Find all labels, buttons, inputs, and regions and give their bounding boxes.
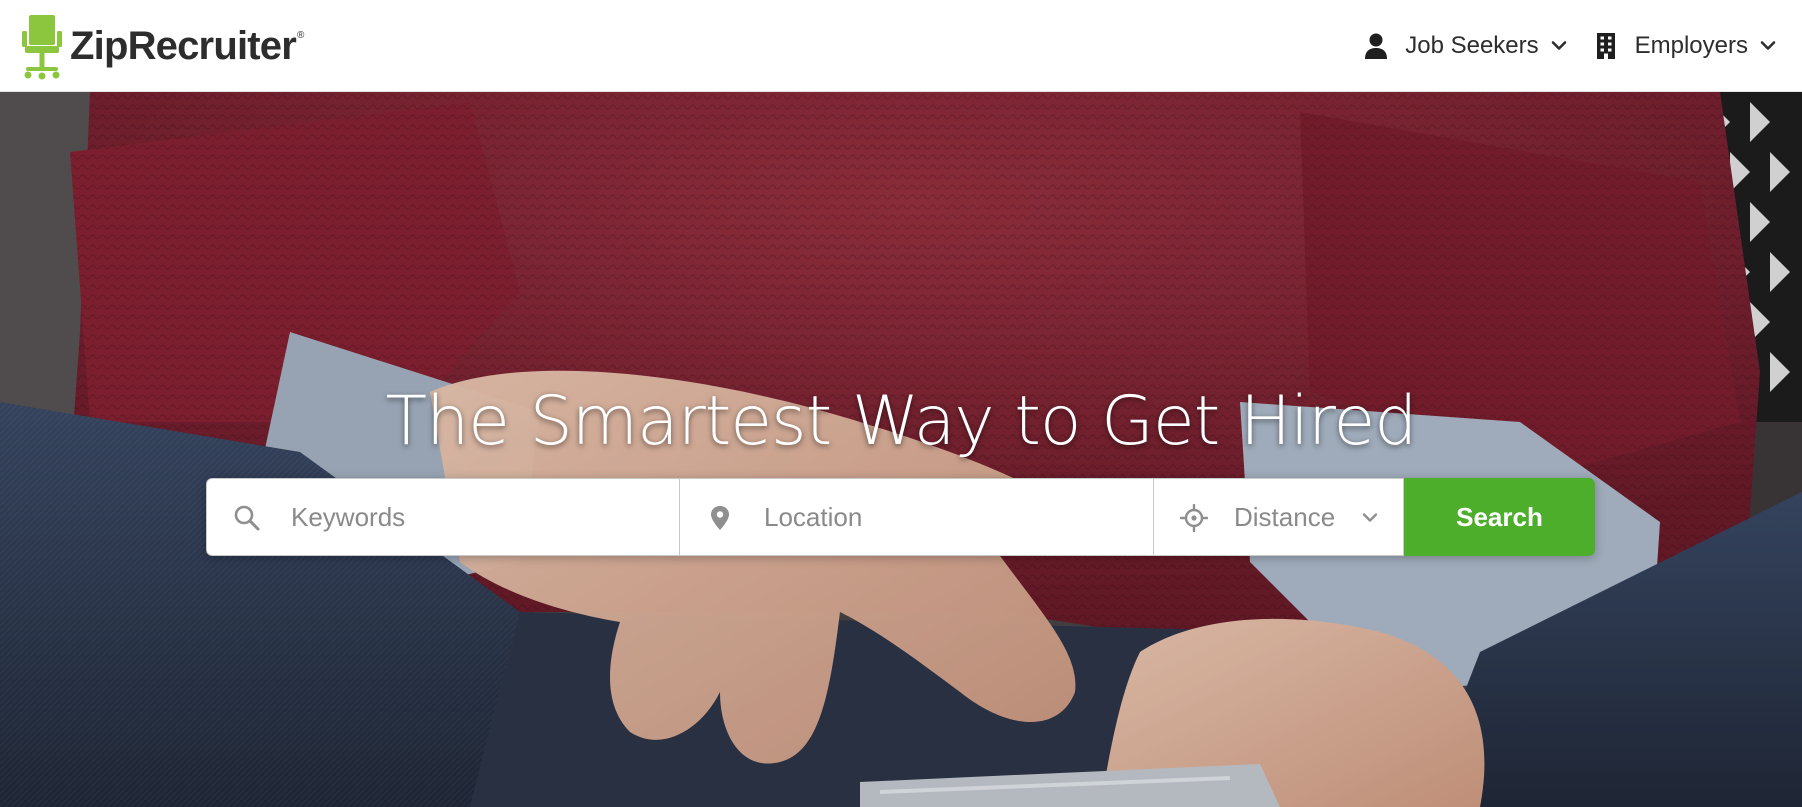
- chevron-down-icon: [1760, 41, 1776, 50]
- chevron-down-icon: [1362, 513, 1378, 522]
- chair-logo-icon: [22, 15, 62, 80]
- keywords-field: [206, 478, 680, 556]
- location-field: [680, 478, 1154, 556]
- building-icon: [1596, 33, 1615, 59]
- hero-headline: The Smartest Way to Get Hired: [385, 382, 1418, 461]
- search-button[interactable]: Search: [1404, 478, 1595, 556]
- employers-label: Employers: [1634, 32, 1748, 59]
- job-seekers-label: Job Seekers: [1405, 32, 1539, 59]
- employers-menu[interactable]: Employers: [1579, 0, 1788, 92]
- location-pin-icon: [711, 506, 729, 530]
- site-header: ZipRecruiter® Job Seekers Employers: [0, 0, 1802, 92]
- person-icon: [1365, 33, 1388, 59]
- distance-select[interactable]: Distance: [1154, 478, 1404, 556]
- keywords-input[interactable]: [291, 479, 663, 555]
- top-nav: Job Seekers Employers: [1349, 0, 1788, 92]
- crosshair-icon: [1180, 504, 1208, 532]
- job-search-bar: Distance Search: [206, 478, 1595, 556]
- location-input[interactable]: [764, 479, 1137, 555]
- registered-mark: ®: [297, 29, 304, 41]
- chevron-down-icon: [1551, 41, 1566, 50]
- distance-label: Distance: [1234, 502, 1336, 532]
- logo-wordmark: ZipRecruiter®: [70, 23, 304, 68]
- hero-section: The Smartest Way to Get Hired Distance: [0, 92, 1802, 807]
- ziprecruiter-logo[interactable]: ZipRecruiter®: [20, 12, 304, 82]
- job-seekers-menu[interactable]: Job Seekers: [1349, 0, 1578, 92]
- search-icon: [234, 505, 260, 531]
